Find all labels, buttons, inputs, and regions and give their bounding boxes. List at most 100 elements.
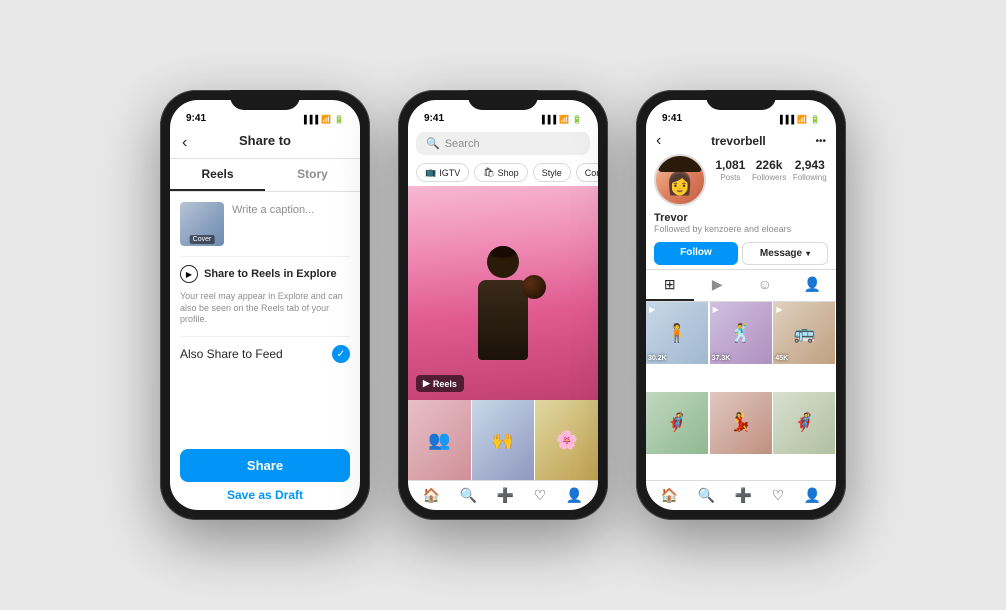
profile-back-button[interactable]: ‹: [656, 132, 661, 150]
grid-img-3: 🌸: [535, 400, 598, 480]
cat-style[interactable]: Style: [533, 163, 571, 182]
profile-stats: 1,081 Posts 226k Followers 2,943 Followi…: [714, 154, 828, 186]
more-options-icon[interactable]: •••: [815, 136, 826, 147]
play-icon-2: ▶: [713, 305, 719, 314]
profile-nav-profile[interactable]: 👤: [804, 487, 821, 504]
notch-2: [468, 90, 538, 110]
nav-profile[interactable]: 👤: [566, 487, 583, 504]
profile-grid: 🧍 ▶ 30.2K 🕺 ▶ 37.3K 🚌 ▶ 45K 🦸: [646, 302, 836, 480]
explore-description: Your reel may appear in Explore and can …: [180, 291, 350, 326]
explore-nav: 🏠 🔍 ➕ ♡ 👤: [408, 480, 598, 510]
phone-profile: 9:41 ▐▐▐ 📶 🔋 ‹ trevorbell ••• 👩: [636, 90, 846, 520]
tab-reels[interactable]: ▶: [694, 270, 742, 301]
wifi-icon-3: 📶: [797, 115, 807, 124]
cat-shop[interactable]: 🛍 Shop: [474, 163, 527, 182]
following-label: Following: [793, 173, 827, 182]
grid-cell-2: 🙌: [472, 400, 535, 480]
status-icons-2: ▐▐▐ 📶 🔋: [539, 115, 582, 124]
tab-tagged[interactable]: ☺: [741, 270, 789, 301]
nav-add[interactable]: ➕: [497, 487, 514, 504]
battery-icon-2: 🔋: [572, 115, 582, 124]
phone1-screen: 9:41 ▐▐▐ 📶 🔋 ‹ Share to Reels Story: [170, 100, 360, 510]
phone3-screen: 9:41 ▐▐▐ 📶 🔋 ‹ trevorbell ••• 👩: [646, 100, 836, 510]
reel-main-video: ▶ Reels: [408, 186, 598, 400]
nav-home[interactable]: 🏠: [423, 487, 440, 504]
posts-count: 1,081: [715, 158, 745, 172]
signal-icon-3: ▐▐▐: [777, 115, 794, 124]
status-icons-3: ▐▐▐ 📶 🔋: [777, 115, 820, 124]
profile-avatar: 👩: [654, 154, 706, 206]
phone-share: 9:41 ▐▐▐ 📶 🔋 ‹ Share to Reels Story: [160, 90, 370, 520]
profile-nav-home[interactable]: 🏠: [661, 487, 678, 504]
scene: 9:41 ▐▐▐ 📶 🔋 ‹ Share to Reels Story: [0, 0, 1006, 610]
categories-row: 📺 IGTV 🛍 Shop Style Comics TV & Movie: [408, 159, 598, 186]
save-draft-button[interactable]: Save as Draft: [180, 488, 350, 502]
reels-badge-icon: ▶: [423, 378, 430, 389]
time-3: 9:41: [662, 113, 682, 124]
signal-icon: ▐▐▐: [301, 115, 318, 124]
profile-nav-search[interactable]: 🔍: [698, 487, 715, 504]
reels-badge: ▶ Reels: [416, 375, 464, 392]
follow-button[interactable]: Follow: [654, 242, 738, 265]
grid-item-3[interactable]: 🚌 ▶ 45K: [773, 302, 835, 364]
tab-story[interactable]: Story: [265, 159, 360, 191]
reel-person-visual: ▶ Reels: [408, 186, 598, 400]
stat-posts: 1,081 Posts: [715, 158, 745, 182]
tab-reels[interactable]: Reels: [170, 159, 265, 191]
phone-explore: 9:41 ▐▐▐ 📶 🔋 🔍 Search 📺 IGTV 🛍 Sho: [398, 90, 608, 520]
wifi-icon: 📶: [321, 115, 331, 124]
reels-explore-icon: ▶: [180, 265, 198, 283]
share-btn-area: Share Save as Draft: [170, 441, 360, 510]
grid-img-2: 🙌: [472, 400, 535, 480]
grid-cell-3: 🌸: [535, 400, 598, 480]
nav-search[interactable]: 🔍: [460, 487, 477, 504]
share-title: Share to: [239, 133, 291, 148]
share-header: ‹ Share to: [170, 128, 360, 159]
time-1: 9:41: [186, 113, 206, 124]
explore-grid: 👥 🙌 🌸: [408, 400, 598, 480]
notch: [230, 90, 300, 110]
followed-by: Followed by kenzoere and eloears: [654, 224, 828, 234]
profile-nav-heart[interactable]: ♡: [772, 487, 785, 504]
feed-checkbox[interactable]: ✓: [332, 345, 350, 363]
tab-grid[interactable]: ⊞: [646, 270, 694, 301]
cover-label: Cover: [190, 235, 215, 244]
cat-igtv[interactable]: 📺 IGTV: [416, 163, 469, 182]
grid-item-2[interactable]: 🕺 ▶ 37.3K: [710, 302, 772, 364]
igtv-icon: 📺: [425, 167, 436, 178]
battery-icon: 🔋: [334, 115, 344, 124]
cat-comics[interactable]: Comics: [576, 163, 598, 182]
reels-badge-label: Reels: [433, 379, 457, 389]
grid-img-1: 👥: [408, 400, 471, 480]
wifi-icon-2: 📶: [559, 115, 569, 124]
message-button[interactable]: Message ▾: [742, 242, 828, 265]
grid-item-4[interactable]: 🦸: [646, 392, 708, 454]
grid-item-1[interactable]: 🧍 ▶ 30.2K: [646, 302, 708, 364]
share-button[interactable]: Share: [180, 449, 350, 482]
video-thumb: Cover: [180, 202, 224, 246]
search-placeholder: Search: [445, 138, 480, 150]
share-tabs: Reels Story: [170, 159, 360, 192]
caption-input[interactable]: Write a caption...: [232, 202, 350, 216]
feed-label: Also Share to Feed: [180, 347, 283, 361]
explore-label: Share to Reels in Explore: [204, 268, 337, 280]
grid-item-6[interactable]: 🦸: [773, 392, 835, 454]
grid-item-5[interactable]: 💃: [710, 392, 772, 454]
avatar-hat: [658, 156, 702, 172]
search-bar[interactable]: 🔍 Search: [416, 132, 590, 155]
nav-heart[interactable]: ♡: [534, 487, 547, 504]
dropdown-icon: ▾: [806, 249, 810, 258]
feed-row[interactable]: Also Share to Feed ✓: [180, 336, 350, 371]
username-label: trevorbell: [711, 134, 766, 148]
followers-count: 226k: [756, 158, 783, 172]
count-1: 30.2K: [648, 355, 667, 362]
profile-nav-add[interactable]: ➕: [735, 487, 752, 504]
back-button[interactable]: ‹: [182, 134, 187, 152]
play-icon-1: ▶: [649, 305, 655, 314]
profile-header: ‹ trevorbell •••: [646, 128, 836, 154]
search-icon: 🔍: [426, 137, 440, 150]
status-icons-1: ▐▐▐ 📶 🔋: [301, 115, 344, 124]
tab-saved[interactable]: 👤: [789, 270, 837, 301]
signal-icon-2: ▐▐▐: [539, 115, 556, 124]
message-label: Message: [760, 248, 802, 259]
